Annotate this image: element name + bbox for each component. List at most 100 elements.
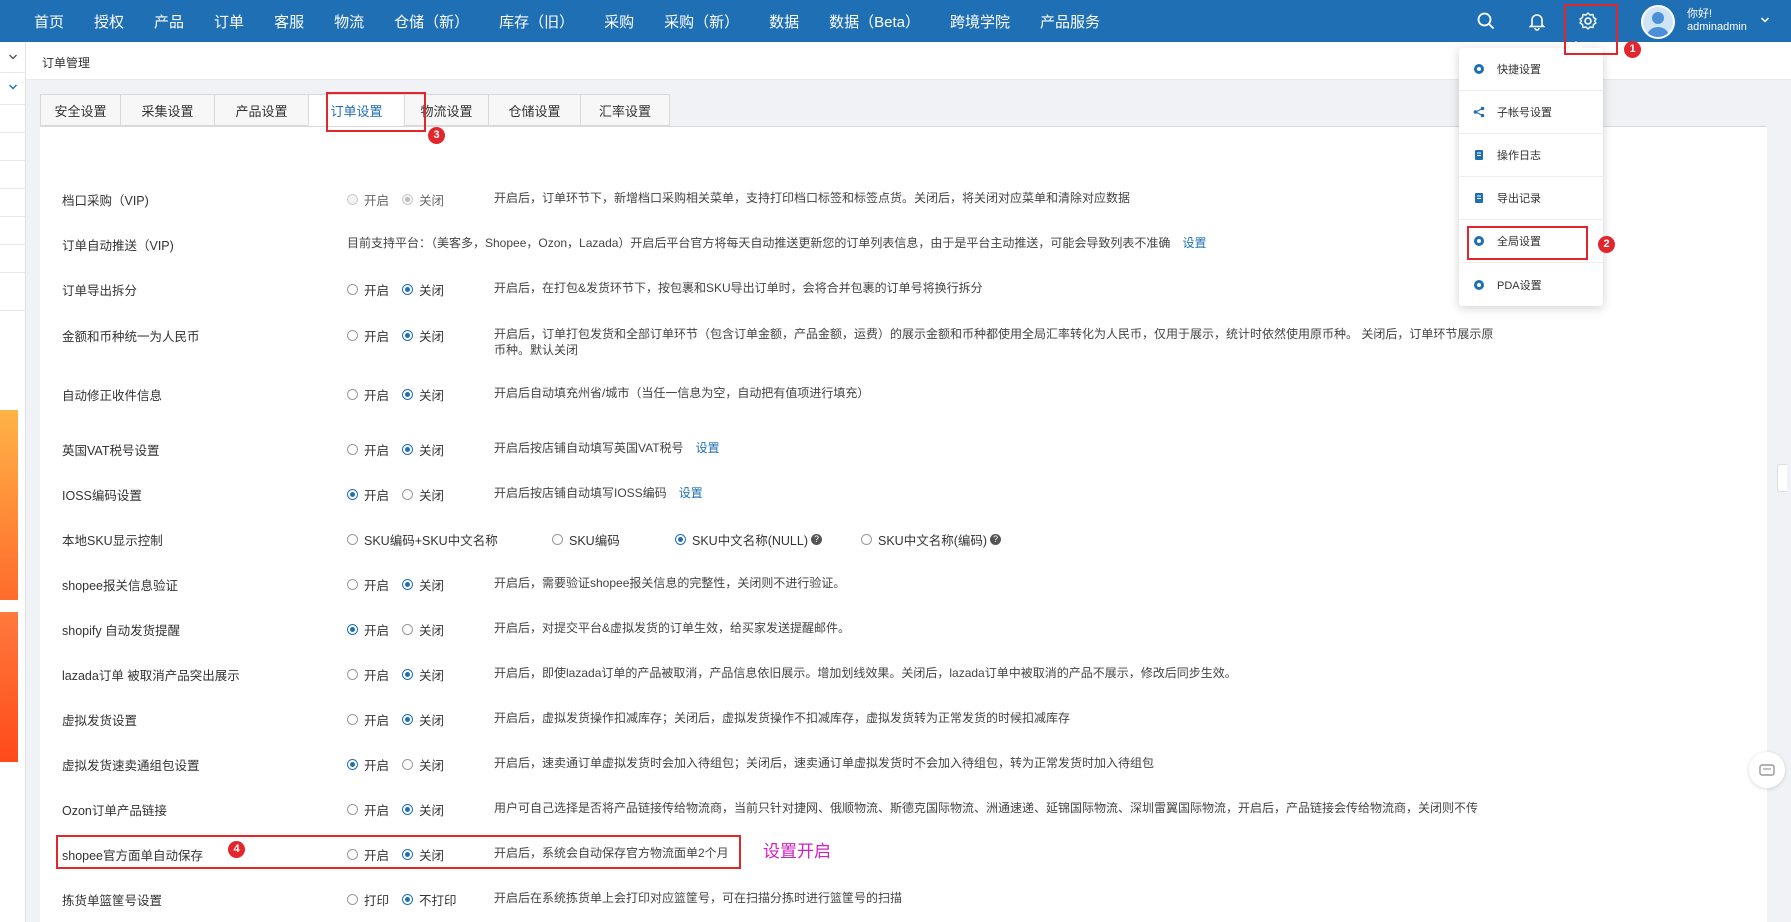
radio-button[interactable]: [347, 624, 358, 635]
radio-button[interactable]: [402, 489, 413, 500]
radio-on-option[interactable]: 开启: [347, 440, 389, 459]
radio-on-option[interactable]: 打印: [347, 890, 389, 909]
radio-on-option[interactable]: 开启: [347, 755, 389, 774]
radio-button[interactable]: [402, 330, 413, 341]
radio-off-option[interactable]: 关闭: [402, 385, 444, 404]
nav-item[interactable]: 产品: [154, 11, 184, 32]
radio-button[interactable]: [402, 284, 413, 295]
radio-off-option[interactable]: 关闭: [402, 665, 444, 684]
radio-off-option[interactable]: 关闭: [402, 800, 444, 819]
help-icon[interactable]: ?: [811, 534, 822, 545]
tab-5[interactable]: 仓储设置: [488, 94, 580, 126]
chevron-down-icon[interactable]: [8, 82, 18, 95]
dropdown-item[interactable]: PDA设置: [1459, 263, 1603, 306]
radio-off-option[interactable]: 关闭: [402, 190, 444, 209]
help-icon[interactable]: ?: [990, 534, 1002, 545]
radio-button[interactable]: [347, 534, 358, 545]
side-collapse-handle[interactable]: [1777, 464, 1787, 492]
nav-item[interactable]: 采购: [604, 11, 634, 32]
radio-button[interactable]: [552, 534, 563, 545]
nav-item[interactable]: 仓储（新）: [394, 11, 469, 32]
dropdown-item[interactable]: 导出记录: [1459, 177, 1603, 220]
tab-0[interactable]: 安全设置: [40, 94, 120, 126]
ad-banner[interactable]: [0, 612, 18, 762]
setting-link[interactable]: 设置: [679, 486, 703, 500]
radio-button[interactable]: [402, 669, 413, 680]
radio-button[interactable]: [347, 804, 358, 815]
chevron-down-icon[interactable]: [1760, 15, 1770, 28]
setting-link[interactable]: 设置: [696, 441, 720, 455]
radio-button[interactable]: [402, 759, 413, 770]
radio-button[interactable]: [347, 669, 358, 680]
radio-button[interactable]: [402, 804, 413, 815]
radio-button[interactable]: [675, 534, 686, 545]
tab-2[interactable]: 产品设置: [214, 94, 308, 126]
nav-item[interactable]: 订单: [214, 11, 244, 32]
radio-button[interactable]: [402, 714, 413, 725]
nav-item[interactable]: 数据（Beta）: [829, 11, 920, 32]
radio-off-option[interactable]: 不打印: [402, 890, 457, 909]
sku-display-option[interactable]: SKU中文名称(NULL)?: [675, 530, 822, 549]
radio-off-option[interactable]: 关闭: [402, 755, 444, 774]
nav-item[interactable]: 授权: [94, 11, 124, 32]
tab-1[interactable]: 采集设置: [120, 94, 214, 126]
radio-off-option[interactable]: 关闭: [402, 620, 444, 639]
radio-button[interactable]: [347, 389, 358, 400]
sku-display-option[interactable]: SKU中文名称(编码)?: [861, 530, 1002, 549]
radio-button[interactable]: [347, 759, 358, 770]
radio-button[interactable]: [402, 389, 413, 400]
nav-item[interactable]: 物流: [334, 11, 364, 32]
radio-on-option[interactable]: 开启: [347, 665, 389, 684]
radio-button[interactable]: [861, 534, 872, 545]
radio-on-option[interactable]: 开启: [347, 485, 389, 504]
ad-banner[interactable]: [0, 410, 18, 600]
radio-button[interactable]: [347, 330, 358, 341]
radio-label: 开启: [364, 444, 390, 458]
nav-item[interactable]: 跨境学院: [950, 11, 1010, 32]
radio-button[interactable]: [347, 284, 358, 295]
radio-button[interactable]: [347, 579, 358, 590]
nav-item[interactable]: 客服: [274, 11, 304, 32]
radio-button[interactable]: [347, 894, 358, 905]
dropdown-item[interactable]: 操作日志: [1459, 134, 1603, 177]
radio-button[interactable]: [347, 444, 358, 455]
radio-on-option[interactable]: 开启: [347, 575, 389, 594]
radio-button[interactable]: [347, 714, 358, 725]
floating-help-button[interactable]: [1749, 752, 1785, 788]
radio-off-option[interactable]: 关闭: [402, 326, 444, 345]
radio-button[interactable]: [402, 579, 413, 590]
radio-button[interactable]: [402, 624, 413, 635]
radio-button[interactable]: [347, 489, 358, 500]
radio-off-option[interactable]: 关闭: [402, 280, 444, 299]
radio-on-option[interactable]: 开启: [347, 800, 389, 819]
user-info[interactable]: 你好! adminadmin: [1687, 8, 1747, 34]
bell-icon[interactable]: [1527, 11, 1547, 31]
avatar[interactable]: [1641, 5, 1675, 39]
nav-item[interactable]: 库存（旧）: [499, 11, 574, 32]
search-icon[interactable]: [1476, 11, 1496, 31]
radio-on-option[interactable]: 开启: [347, 280, 389, 299]
tab-6[interactable]: 汇率设置: [580, 94, 670, 126]
chevron-down-icon[interactable]: [8, 52, 18, 65]
radio-on-option[interactable]: 开启: [347, 620, 389, 639]
radio-on-option[interactable]: 开启: [347, 385, 389, 404]
radio-on-option[interactable]: 开启: [347, 190, 389, 209]
radio-button[interactable]: [402, 444, 413, 455]
radio-off-option[interactable]: 关闭: [402, 575, 444, 594]
radio-on-option[interactable]: 开启: [347, 326, 389, 345]
nav-item[interactable]: 采购（新）: [664, 11, 739, 32]
radio-button[interactable]: [347, 194, 358, 205]
nav-item[interactable]: 数据: [769, 11, 799, 32]
radio-on-option[interactable]: 开启: [347, 710, 389, 729]
nav-item[interactable]: 产品服务: [1040, 11, 1100, 32]
sku-display-option[interactable]: SKU编码: [552, 530, 620, 549]
radio-button[interactable]: [402, 894, 413, 905]
setting-link[interactable]: 设置: [1182, 236, 1206, 250]
radio-off-option[interactable]: 关闭: [402, 440, 444, 459]
radio-off-option[interactable]: 关闭: [402, 710, 444, 729]
radio-button[interactable]: [402, 194, 413, 205]
nav-item[interactable]: 首页: [34, 11, 64, 32]
radio-off-option[interactable]: 关闭: [402, 485, 444, 504]
dropdown-item[interactable]: 子帐号设置: [1459, 91, 1603, 134]
sku-display-option[interactable]: SKU编码+SKU中文名称: [347, 530, 498, 549]
